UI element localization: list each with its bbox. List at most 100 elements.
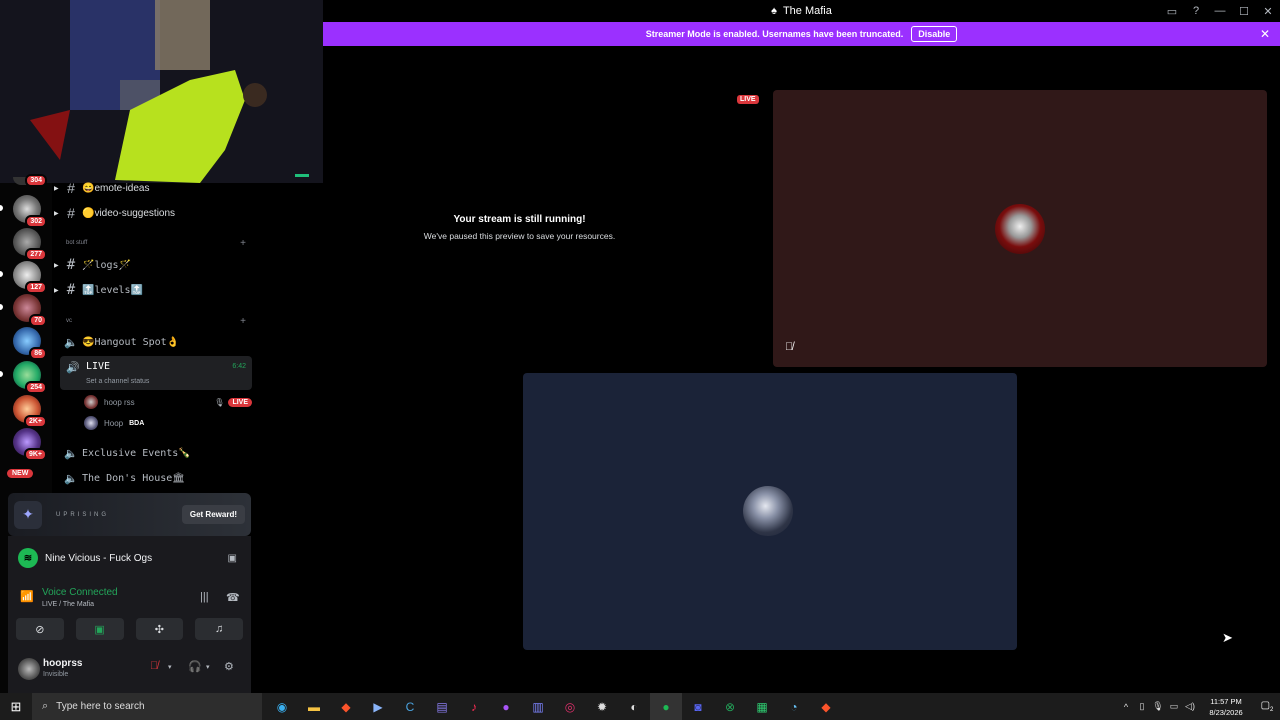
close-window-button[interactable]: ✕ (1256, 5, 1280, 18)
disconnect-icon[interactable]: ☎ (226, 591, 240, 604)
channel-name: 🔝levels🔝 (82, 284, 144, 296)
avatar (995, 204, 1045, 254)
voice-location[interactable]: LIVE / The Mafia (42, 601, 94, 608)
user-tag: BDA (129, 419, 145, 427)
podcast-icon[interactable]: ● (490, 693, 522, 720)
spotify-track[interactable]: Nine Vicious - Fuck Ogs (45, 553, 152, 564)
avatar[interactable] (18, 658, 40, 680)
add-channel-icon[interactable]: + (240, 316, 246, 327)
live-badge: LIVE (737, 95, 759, 104)
windows-start-button[interactable]: ⊞ (0, 693, 32, 720)
battery-icon[interactable]: ▯ (1134, 701, 1150, 712)
add-channel-icon[interactable]: + (240, 238, 246, 249)
headphones-icon[interactable]: 🎧 (188, 660, 202, 673)
brave-icon[interactable]: ◆ (810, 693, 842, 720)
discord-icon[interactable]: ◙ (682, 693, 714, 720)
brave-icon[interactable]: ◆ (330, 693, 362, 720)
window-controls: ▭ ? — ☐ ✕ (1160, 0, 1280, 22)
obs-icon[interactable]: ◐ (618, 693, 650, 720)
channel-video-suggestions[interactable]: # 🟡video-suggestions (60, 202, 252, 224)
help-icon[interactable]: ? (1184, 5, 1208, 17)
xbox-icon[interactable]: ⊗ (714, 693, 746, 720)
edge-icon[interactable]: ◉ (266, 693, 298, 720)
server-icon[interactable]: 277 (13, 228, 47, 261)
category-vc[interactable]: vc (66, 318, 72, 324)
maximize-button[interactable]: ☐ (1232, 5, 1256, 18)
mic-muted-icon[interactable]: 🎙̸ (150, 660, 158, 672)
system-tray: ^ ▯ 🎙 ▭ ◁) 11:57 PM 8/23/2026 ▢2 (1118, 693, 1280, 720)
server-icon[interactable]: 2K+ (13, 395, 47, 428)
channel-name: Exclusive Events🍾 (82, 447, 191, 459)
channel-logs[interactable]: # 🪄logs🪄 (60, 254, 252, 276)
hash-icon: # (66, 257, 76, 273)
server-icon[interactable]: 9K+ (13, 428, 47, 461)
channel-levels[interactable]: # 🔝levels🔝 (60, 279, 252, 301)
user-panel: ≋ Nine Vicious - Fuck Ogs ▣ 📶 Voice Conn… (8, 536, 251, 693)
clock[interactable]: 11:57 PM 8/23/2026 (1198, 696, 1254, 718)
file-explorer-icon[interactable]: ▬ (298, 693, 330, 720)
screen-share-button[interactable]: ▣ (75, 618, 124, 640)
voice-channel-dons-house[interactable]: 🔈 The Don's House🏛 (60, 467, 252, 489)
chevron-down-icon[interactable]: ▾ (206, 663, 210, 671)
voice-channel-exclusive[interactable]: 🔈 Exclusive Events🍾 (60, 442, 252, 464)
chevron-down-icon[interactable]: ▾ (168, 663, 172, 671)
speaker-icon: 🔈 (64, 471, 78, 485)
promo-brand: UPRISING (56, 511, 110, 518)
minimize-button[interactable]: — (1208, 5, 1232, 17)
app-icon[interactable]: ▦ (746, 693, 778, 720)
inbox-icon[interactable]: ▭ (1160, 5, 1184, 18)
taskbar-search[interactable]: ⌕ Type here to search (32, 693, 262, 720)
steelseries-icon[interactable]: ✹ (586, 693, 618, 720)
open-external-icon[interactable]: ▣ (228, 553, 237, 564)
network-icon[interactable]: ▭ (1166, 701, 1182, 712)
unread-arrow: ▶ (54, 263, 59, 269)
spotify-activity: ≋ Nine Vicious - Fuck Ogs ▣ (8, 542, 251, 574)
get-reward-button[interactable]: Get Reward! (181, 505, 245, 524)
hash-icon: # (67, 180, 75, 196)
voice-channel-live[interactable]: 🔊 LIVE 6:42 Set a channel status (60, 356, 252, 390)
signal-icon[interactable]: 📶 (20, 590, 34, 603)
video-tile[interactable] (523, 373, 1017, 650)
channel-emote-ideas[interactable]: # 😄emote-ideas (60, 177, 252, 199)
server-icon[interactable]: 86 (13, 327, 47, 360)
stream-preview-paused: Your stream is still running! We've paus… (323, 46, 773, 366)
clock-date: 8/23/2026 (1209, 707, 1243, 717)
category-bot-stuff[interactable]: bot stuff (66, 240, 87, 246)
disable-button[interactable]: Disable (911, 26, 958, 42)
server-icon[interactable]: 127 (13, 261, 47, 294)
instagram-icon[interactable]: ◎ (554, 693, 586, 720)
new-badge[interactable]: NEW (7, 469, 34, 478)
soundboard-button[interactable]: ♫ (195, 618, 243, 640)
server-icon[interactable]: 304 (13, 174, 47, 187)
channel-name: 😄emote-ideas (82, 182, 150, 194)
steam-icon[interactable]: ◔ (778, 693, 810, 720)
notes-icon[interactable]: ▤ (426, 693, 458, 720)
close-banner-icon[interactable]: ✕ (1260, 27, 1270, 41)
server-icon[interactable]: 254 (13, 361, 47, 394)
media-player-icon[interactable]: ▶ (362, 693, 394, 720)
server-icon[interactable]: 302 (13, 195, 47, 228)
camera-off-button[interactable]: ⊘ (16, 618, 64, 640)
chevron-up-icon[interactable]: ^ (1118, 702, 1134, 712)
spotify-icon[interactable]: ● (650, 693, 682, 720)
volume-icon[interactable]: ◁) (1182, 701, 1198, 712)
notification-icon[interactable]: ▢2 (1254, 700, 1280, 713)
voice-user[interactable]: Hoop BDA (84, 414, 252, 432)
unread-pill (0, 205, 3, 211)
channel-status-placeholder[interactable]: Set a channel status (86, 378, 149, 385)
ccleaner-icon[interactable]: C (394, 693, 426, 720)
audio-icon[interactable]: ▥ (522, 693, 554, 720)
voice-channel-hangout[interactable]: 🔈 😎Hangout Spot👌 (60, 331, 252, 353)
webcam-feed (0, 0, 323, 183)
microphone-icon[interactable]: 🎙 (1150, 701, 1166, 712)
voice-user[interactable]: hoop rss 🎙 LIVE (84, 393, 252, 411)
noise-suppression-icon[interactable]: ||| (200, 591, 209, 603)
speaker-icon: 🔈 (64, 446, 78, 460)
username[interactable]: hooprss (43, 658, 82, 669)
server-icon[interactable]: 70 (13, 294, 47, 327)
gear-icon[interactable]: ⚙ (224, 660, 234, 673)
activities-button[interactable]: ✣ (135, 618, 184, 640)
unread-pill (0, 271, 3, 277)
video-tile[interactable]: 🎙̸ (773, 90, 1267, 367)
tiktok-icon[interactable]: ♪ (458, 693, 490, 720)
